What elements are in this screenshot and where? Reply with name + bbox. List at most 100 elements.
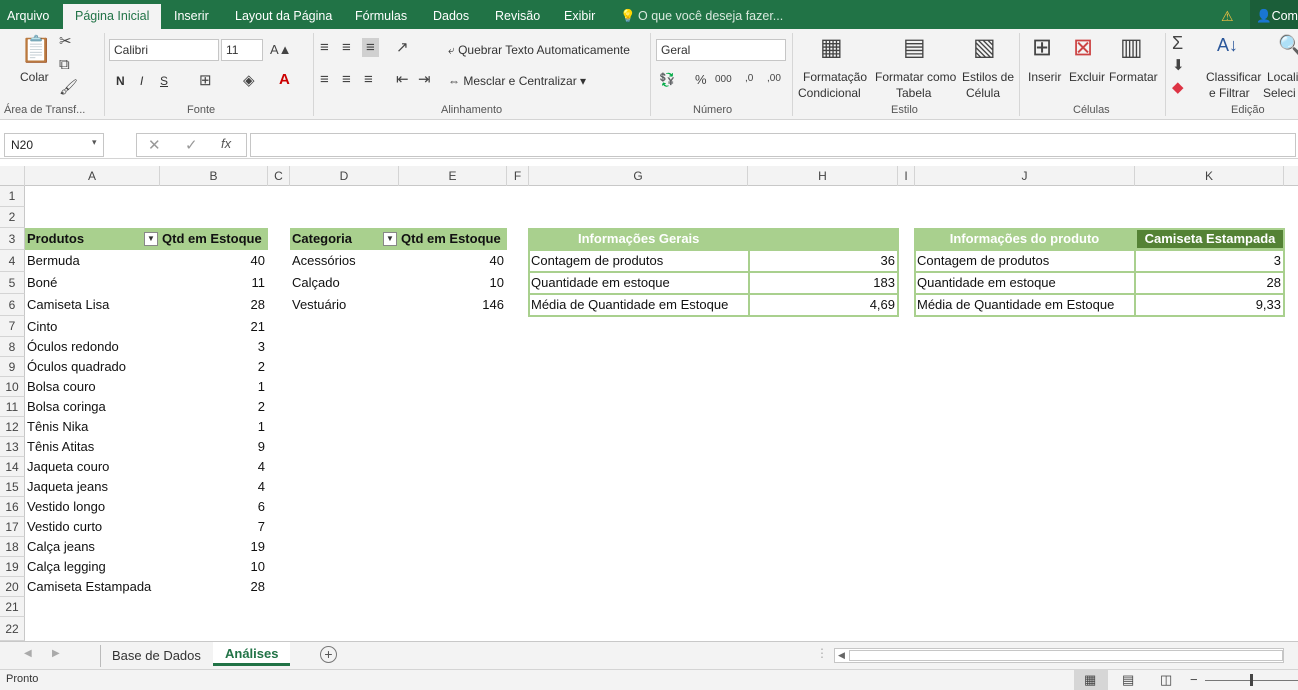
row-header[interactable]: 22 xyxy=(0,617,25,641)
table1-qty-cell[interactable]: 2 xyxy=(160,397,265,417)
table1-product-cell[interactable]: Bolsa couro xyxy=(27,377,157,397)
delete-cells-icon[interactable]: ⊠ xyxy=(1073,36,1093,60)
format-table-line2[interactable]: Tabela xyxy=(896,86,931,100)
filter-dropdown-icon[interactable]: ▼ xyxy=(144,232,158,246)
align-middle-icon[interactable]: ≡ xyxy=(342,40,351,55)
table1-product-cell[interactable]: Vestido curto xyxy=(27,517,157,537)
row-header[interactable]: 21 xyxy=(0,597,25,617)
row-header[interactable]: 10 xyxy=(0,377,25,397)
tell-me-input[interactable]: O que você deseja fazer... xyxy=(638,0,783,29)
align-bottom-icon[interactable]: ≡ xyxy=(362,38,379,57)
table1-product-cell[interactable]: Jaqueta couro xyxy=(27,457,157,477)
currency-icon[interactable]: 💱 xyxy=(659,73,675,86)
borders-icon[interactable]: ⊞ xyxy=(199,73,212,88)
row-header[interactable]: 2 xyxy=(0,207,25,228)
col-header-g[interactable]: G xyxy=(529,166,748,186)
share-button[interactable]: 👤Com xyxy=(1250,0,1298,29)
format-cells-button[interactable]: Formatar xyxy=(1109,70,1158,84)
col-header-h[interactable]: H xyxy=(748,166,898,186)
insert-cells-icon[interactable]: ⊞ xyxy=(1032,36,1052,60)
paste-icon[interactable]: 📋 xyxy=(20,36,52,62)
format-cells-icon[interactable]: ▥ xyxy=(1120,36,1143,60)
sort-filter-icon[interactable]: A↓ xyxy=(1217,36,1238,54)
scroll-left-icon[interactable]: ◀ xyxy=(838,650,845,661)
table1-product-cell[interactable]: Óculos quadrado xyxy=(27,357,157,377)
tab-dados[interactable]: Dados xyxy=(433,0,469,29)
table1-qty-cell[interactable]: 4 xyxy=(160,477,265,497)
col-header-j[interactable]: J xyxy=(915,166,1135,186)
name-box[interactable]: N20 xyxy=(4,133,104,157)
merge-center-button[interactable]: ⇔ Mesclar e Centralizar ▾ xyxy=(448,74,586,88)
table2-category-cell[interactable]: Vestuário xyxy=(292,294,397,316)
zoom-slider-thumb[interactable] xyxy=(1250,674,1253,686)
page-break-icon[interactable]: ◫ xyxy=(1160,672,1172,688)
insert-cells-button[interactable]: Inserir xyxy=(1028,70,1061,84)
row-header[interactable]: 6 xyxy=(0,294,25,316)
wrap-text-button[interactable]: ⤶ Quebrar Texto Automaticamente xyxy=(448,43,630,58)
table1-product-cell[interactable]: Bolsa coringa xyxy=(27,397,157,417)
table1-qty-cell[interactable]: 11 xyxy=(160,272,266,294)
sheet-tab-analises[interactable]: Análises xyxy=(213,642,291,666)
format-table-icon[interactable]: ▤ xyxy=(903,36,926,60)
fill-color-icon[interactable]: ◈ xyxy=(243,73,255,88)
row-header[interactable]: 18 xyxy=(0,537,25,557)
table1-qty-cell[interactable]: 10 xyxy=(160,557,265,577)
align-center-icon[interactable]: ≡ xyxy=(342,72,351,87)
tab-revisao[interactable]: Revisão xyxy=(495,0,540,29)
increase-indent-icon[interactable]: ⇥ xyxy=(418,72,431,87)
table1-product-cell[interactable]: Cinto xyxy=(27,316,157,337)
col-header-i[interactable]: I xyxy=(898,166,915,186)
col-header-d[interactable]: D xyxy=(290,166,399,186)
table1-qty-cell[interactable]: 4 xyxy=(160,457,265,477)
conditional-format-icon[interactable]: ▦ xyxy=(820,36,843,60)
cell-styles-line1[interactable]: Estilos de xyxy=(962,70,1014,84)
row-header[interactable]: 5 xyxy=(0,272,25,294)
delete-cells-button[interactable]: Excluir xyxy=(1069,70,1105,84)
cell-styles-icon[interactable]: ▧ xyxy=(973,36,996,60)
tab-pagina-inicial[interactable]: Página Inicial xyxy=(63,4,162,29)
table1-qty-cell[interactable]: 6 xyxy=(160,497,265,517)
tab-arquivo[interactable]: Arquivo xyxy=(7,0,49,29)
table2-category-cell[interactable]: Acessórios xyxy=(292,250,397,272)
table1-qty-cell[interactable]: 9 xyxy=(160,437,265,457)
formula-input[interactable] xyxy=(250,133,1296,157)
table2-qty-cell[interactable]: 10 xyxy=(399,272,504,294)
copy-icon[interactable]: ⧉ xyxy=(59,57,70,72)
row-header[interactable]: 3 xyxy=(0,228,25,250)
format-painter-icon[interactable]: 🖌 xyxy=(59,80,78,95)
underline-button[interactable]: S xyxy=(160,74,168,88)
col-header-c[interactable]: C xyxy=(268,166,290,186)
find-line2[interactable]: Seleci xyxy=(1263,86,1296,100)
table1-qty-cell[interactable]: 7 xyxy=(160,517,265,537)
bold-button[interactable]: N xyxy=(116,74,125,88)
table1-qty-cell[interactable]: 1 xyxy=(160,377,265,397)
table2-category-cell[interactable]: Calçado xyxy=(292,272,397,294)
clear-icon[interactable]: ◆ xyxy=(1172,80,1184,95)
table1-product-cell[interactable]: Camiseta Lisa xyxy=(27,294,157,316)
autosum-icon[interactable]: Σ xyxy=(1172,34,1183,52)
fill-icon[interactable]: ⬇ xyxy=(1172,58,1185,73)
table1-qty-cell[interactable]: 28 xyxy=(160,294,265,316)
col-header-b[interactable]: B xyxy=(160,166,268,186)
table1-product-cell[interactable]: Tênis Nika xyxy=(27,417,157,437)
find-line1[interactable]: Locali xyxy=(1267,70,1298,84)
table1-product-cell[interactable]: Bermuda xyxy=(27,250,157,272)
orientation-icon[interactable]: ↗ xyxy=(396,40,409,55)
decrease-decimal-icon[interactable]: ,00 xyxy=(767,74,781,84)
product-selector[interactable]: Camiseta Estampada xyxy=(1137,230,1283,248)
table1-qty-cell[interactable]: 1 xyxy=(160,417,265,437)
row-header[interactable]: 7 xyxy=(0,316,25,337)
find-icon[interactable]: 🔍 xyxy=(1278,36,1298,56)
horizontal-scrollbar[interactable]: ◀ xyxy=(834,648,1284,663)
cancel-icon[interactable]: ✕ xyxy=(148,136,161,154)
table1-product-cell[interactable]: Óculos redondo xyxy=(27,337,157,357)
cond-format-line1[interactable]: Formatação xyxy=(803,70,867,84)
row-header[interactable]: 20 xyxy=(0,577,25,597)
tab-layout[interactable]: Layout da Página xyxy=(235,0,332,29)
table1-product-cell[interactable]: Tênis Atitas xyxy=(27,437,157,457)
select-all-corner[interactable] xyxy=(0,166,25,186)
col-header-a[interactable]: A xyxy=(25,166,160,186)
grow-font-icon[interactable]: A▲ xyxy=(270,43,292,56)
italic-button[interactable]: I xyxy=(140,74,143,88)
row-header[interactable]: 15 xyxy=(0,477,25,497)
